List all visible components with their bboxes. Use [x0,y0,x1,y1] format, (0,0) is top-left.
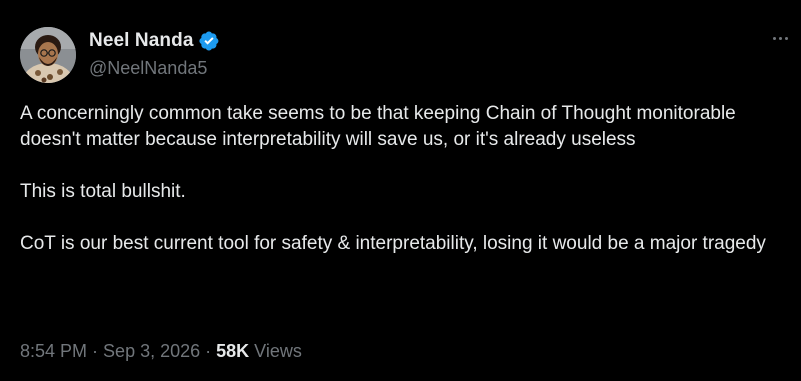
tweet-meta: 8:54 PM · Sep 3, 2026 · 58K Views [20,341,302,362]
meta-separator: · [92,341,99,361]
author-handle[interactable]: @NeelNanda5 [89,58,207,79]
author-name-row: Neel Nanda [89,30,220,52]
tweet-paragraph: A concerningly common take seems to be t… [20,103,736,150]
verified-badge-icon[interactable] [198,30,220,52]
tweet-date[interactable]: Sep 3, 2026 [103,341,200,362]
author-display-name[interactable]: Neel Nanda [89,30,193,52]
tweet-card: Neel Nanda @NeelNanda5 A concerningly co… [0,0,801,381]
avatar[interactable] [20,27,76,83]
more-options-icon[interactable] [765,28,795,48]
views-count[interactable]: 58K [216,341,249,362]
meta-separator: · [205,341,212,361]
tweet-time[interactable]: 8:54 PM [20,341,87,362]
avatar-image [20,27,76,83]
tweet-text: A concerningly common take seems to be t… [20,101,795,257]
tweet-paragraph: CoT is our best current tool for safety … [20,233,766,254]
views-label: Views [254,341,302,361]
tweet-paragraph: This is total bullshit. [20,181,186,202]
